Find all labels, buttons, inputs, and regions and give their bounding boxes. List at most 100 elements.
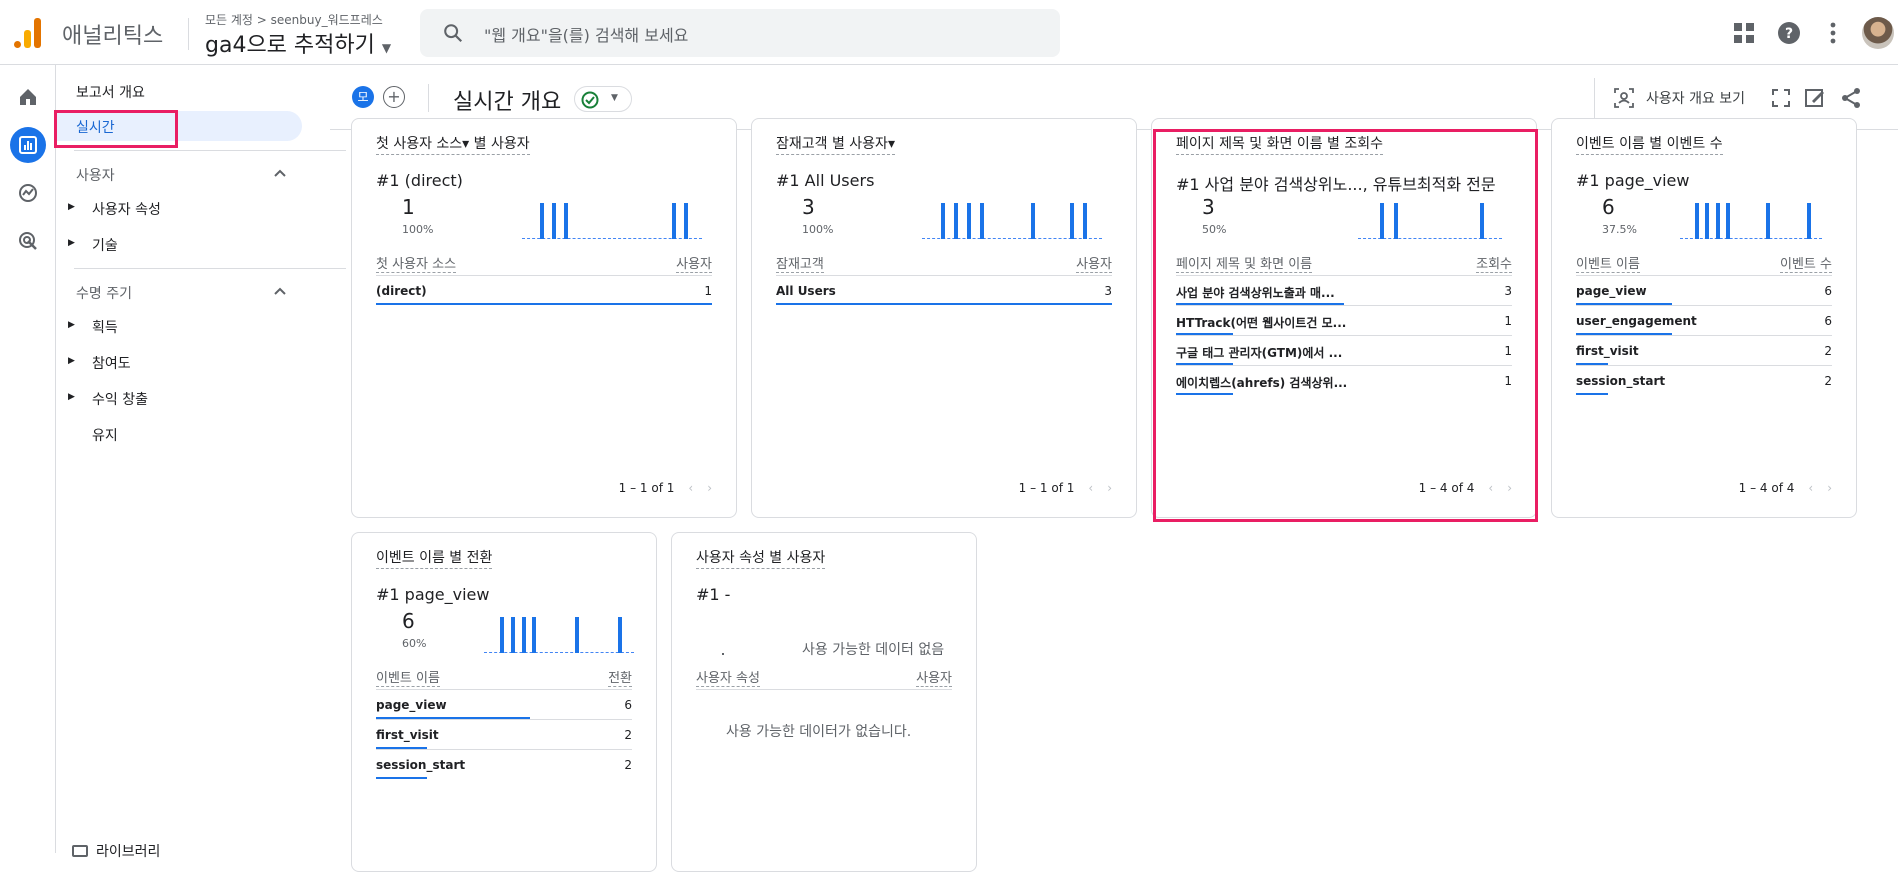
nav-retention[interactable]: 유지 bbox=[92, 425, 118, 445]
nav-home[interactable] bbox=[10, 79, 46, 115]
search-placeholder: "웹 개요"을(를) 검색해 보세요 bbox=[484, 26, 689, 45]
card-title[interactable]: 이벤트 이름 별 전환 bbox=[376, 547, 493, 569]
no-data-chart: 사용 가능한 데이터 없음 bbox=[802, 642, 945, 658]
spark-bar bbox=[954, 203, 958, 239]
row-label: first_visit bbox=[376, 728, 439, 742]
user-overview-icon bbox=[1614, 88, 1634, 108]
card-top-value: 3 bbox=[802, 195, 815, 219]
apps-grid-icon[interactable] bbox=[1733, 22, 1755, 44]
divider bbox=[74, 268, 346, 269]
help-icon[interactable]: ? bbox=[1776, 20, 1802, 46]
pagination-label: 1 – 1 of 1 bbox=[1018, 481, 1075, 495]
card-top-value: 1 bbox=[402, 195, 415, 219]
card-top-percent: 100% bbox=[402, 223, 434, 236]
analytics-logo-icon[interactable] bbox=[14, 16, 42, 48]
table-row[interactable]: All Users 3 bbox=[776, 275, 1112, 305]
chevron-right-icon[interactable]: › bbox=[1827, 481, 1832, 495]
property-selector[interactable]: ga4으로 추적하기 ▼ bbox=[205, 27, 391, 59]
card-conversions: 이벤트 이름 별 전환 #1 page_view 6 60% 이벤트 이름 전환… bbox=[351, 532, 657, 872]
table-row[interactable]: first_visit 2 bbox=[1576, 335, 1832, 365]
card-top-item: #1 page_view bbox=[1576, 171, 1690, 190]
account-breadcrumb[interactable]: 모든 계정 > seenbuy_워드프레스 bbox=[205, 11, 383, 28]
nav-explore[interactable] bbox=[10, 175, 46, 211]
card-title[interactable]: 사용자 속성 별 사용자 bbox=[696, 547, 826, 569]
row-label: (direct) bbox=[376, 284, 427, 298]
chevron-right-icon[interactable]: › bbox=[707, 481, 712, 495]
table-header: 사용자 속성 사용자 bbox=[696, 667, 952, 687]
target-icon bbox=[19, 232, 37, 250]
table-header: 잠재고객 사용자 bbox=[776, 253, 1112, 273]
chevron-up-icon[interactable] bbox=[274, 169, 286, 177]
spark-bar bbox=[1716, 203, 1720, 239]
row-label: session_start bbox=[376, 758, 466, 772]
column-header[interactable]: 사용자 bbox=[916, 667, 952, 687]
table-row[interactable]: user_engagement 6 bbox=[1576, 305, 1832, 335]
row-label: user_engagement bbox=[1576, 314, 1697, 328]
nav-monetization[interactable]: 수익 창출 bbox=[92, 389, 148, 409]
section-lifecycle[interactable]: 수명 주기 bbox=[76, 283, 132, 303]
spark-bar bbox=[500, 617, 504, 653]
spark-bar bbox=[967, 203, 971, 239]
property-name: ga4으로 추적하기 bbox=[205, 33, 375, 58]
spark-bar bbox=[1031, 203, 1035, 239]
card-user-attributes: 사용자 속성 별 사용자 #1 - 사용 가능한 데이터 없음 사용자 속성 사… bbox=[671, 532, 977, 872]
card-title[interactable]: 첫 사용자 소스▾ 별 사용자 bbox=[376, 133, 530, 155]
table-row[interactable]: first_visit 2 bbox=[376, 719, 632, 749]
explore-icon bbox=[19, 184, 37, 202]
nav-library[interactable]: 라이브러리 bbox=[72, 841, 160, 861]
divider bbox=[428, 84, 429, 112]
chevron-left-icon[interactable]: ‹ bbox=[688, 481, 693, 495]
column-header[interactable]: 사용자 bbox=[676, 253, 712, 273]
sparkline bbox=[522, 199, 702, 239]
nav-engagement[interactable]: 참여도 bbox=[92, 353, 131, 373]
table-row[interactable]: page_view 6 bbox=[376, 689, 632, 719]
caret-right-icon: ▶ bbox=[68, 356, 75, 366]
column-header[interactable]: 이벤트 수 bbox=[1780, 253, 1832, 273]
table-row[interactable]: session_start 2 bbox=[376, 749, 632, 779]
table-header: 첫 사용자 소스 사용자 bbox=[376, 253, 712, 273]
divider bbox=[1594, 78, 1595, 118]
share-icon[interactable] bbox=[1840, 87, 1862, 109]
section-user[interactable]: 사용자 bbox=[76, 165, 115, 185]
search-box[interactable]: "웹 개요"을(를) 검색해 보세요 bbox=[420, 9, 1060, 57]
card-title[interactable]: 잠재고객 별 사용자▾ bbox=[776, 133, 895, 155]
column-header[interactable]: 이벤트 이름 bbox=[1576, 253, 1640, 273]
nav-reports[interactable] bbox=[10, 127, 46, 163]
more-vert-icon[interactable] bbox=[1829, 22, 1837, 44]
nav-advertising[interactable] bbox=[10, 223, 46, 259]
nav-tech[interactable]: 기술 bbox=[92, 235, 118, 255]
spark-bar bbox=[1807, 203, 1811, 239]
spark-bar bbox=[511, 617, 515, 653]
chevron-right-icon[interactable]: › bbox=[1107, 481, 1112, 495]
table-row[interactable]: session_start 2 bbox=[1576, 365, 1832, 395]
row-label: first_visit bbox=[1576, 344, 1639, 358]
column-header[interactable]: 전환 bbox=[608, 667, 632, 687]
column-header[interactable]: 잠재고객 bbox=[776, 253, 824, 273]
nav-acquisition[interactable]: 획득 bbox=[92, 317, 118, 337]
column-header[interactable]: 사용자 bbox=[1076, 253, 1112, 273]
add-comparison-icon[interactable]: + bbox=[383, 86, 405, 108]
column-header[interactable]: 첫 사용자 소스 bbox=[376, 253, 457, 273]
chevron-left-icon[interactable]: ‹ bbox=[1088, 481, 1093, 495]
comparison-chip[interactable]: 모 bbox=[352, 86, 374, 108]
row-value: 3 bbox=[1104, 284, 1112, 298]
card-title[interactable]: 이벤트 이름 별 이벤트 수 bbox=[1576, 133, 1723, 155]
status-check-button[interactable]: ▼ bbox=[574, 86, 632, 112]
nav-report-overview[interactable]: 보고서 개요 bbox=[76, 82, 145, 102]
row-value: 2 bbox=[624, 758, 632, 772]
fullscreen-icon[interactable] bbox=[1772, 89, 1790, 107]
customize-icon[interactable] bbox=[1804, 87, 1826, 109]
table-row[interactable]: page_view 6 bbox=[1576, 275, 1832, 305]
caret-right-icon: ▶ bbox=[68, 202, 75, 212]
chevron-left-icon[interactable]: ‹ bbox=[1808, 481, 1813, 495]
nav-user-attributes[interactable]: 사용자 속성 bbox=[92, 199, 161, 219]
row-value: 6 bbox=[1824, 284, 1832, 298]
table-row[interactable]: (direct) 1 bbox=[376, 275, 712, 305]
column-header[interactable]: 이벤트 이름 bbox=[376, 667, 440, 687]
spark-bar bbox=[672, 203, 676, 239]
column-header[interactable]: 사용자 속성 bbox=[696, 667, 760, 687]
avatar[interactable] bbox=[1862, 17, 1894, 49]
card-top-percent: 100% bbox=[802, 223, 834, 236]
spark-bar bbox=[532, 617, 536, 653]
chevron-up-icon[interactable] bbox=[274, 287, 286, 295]
